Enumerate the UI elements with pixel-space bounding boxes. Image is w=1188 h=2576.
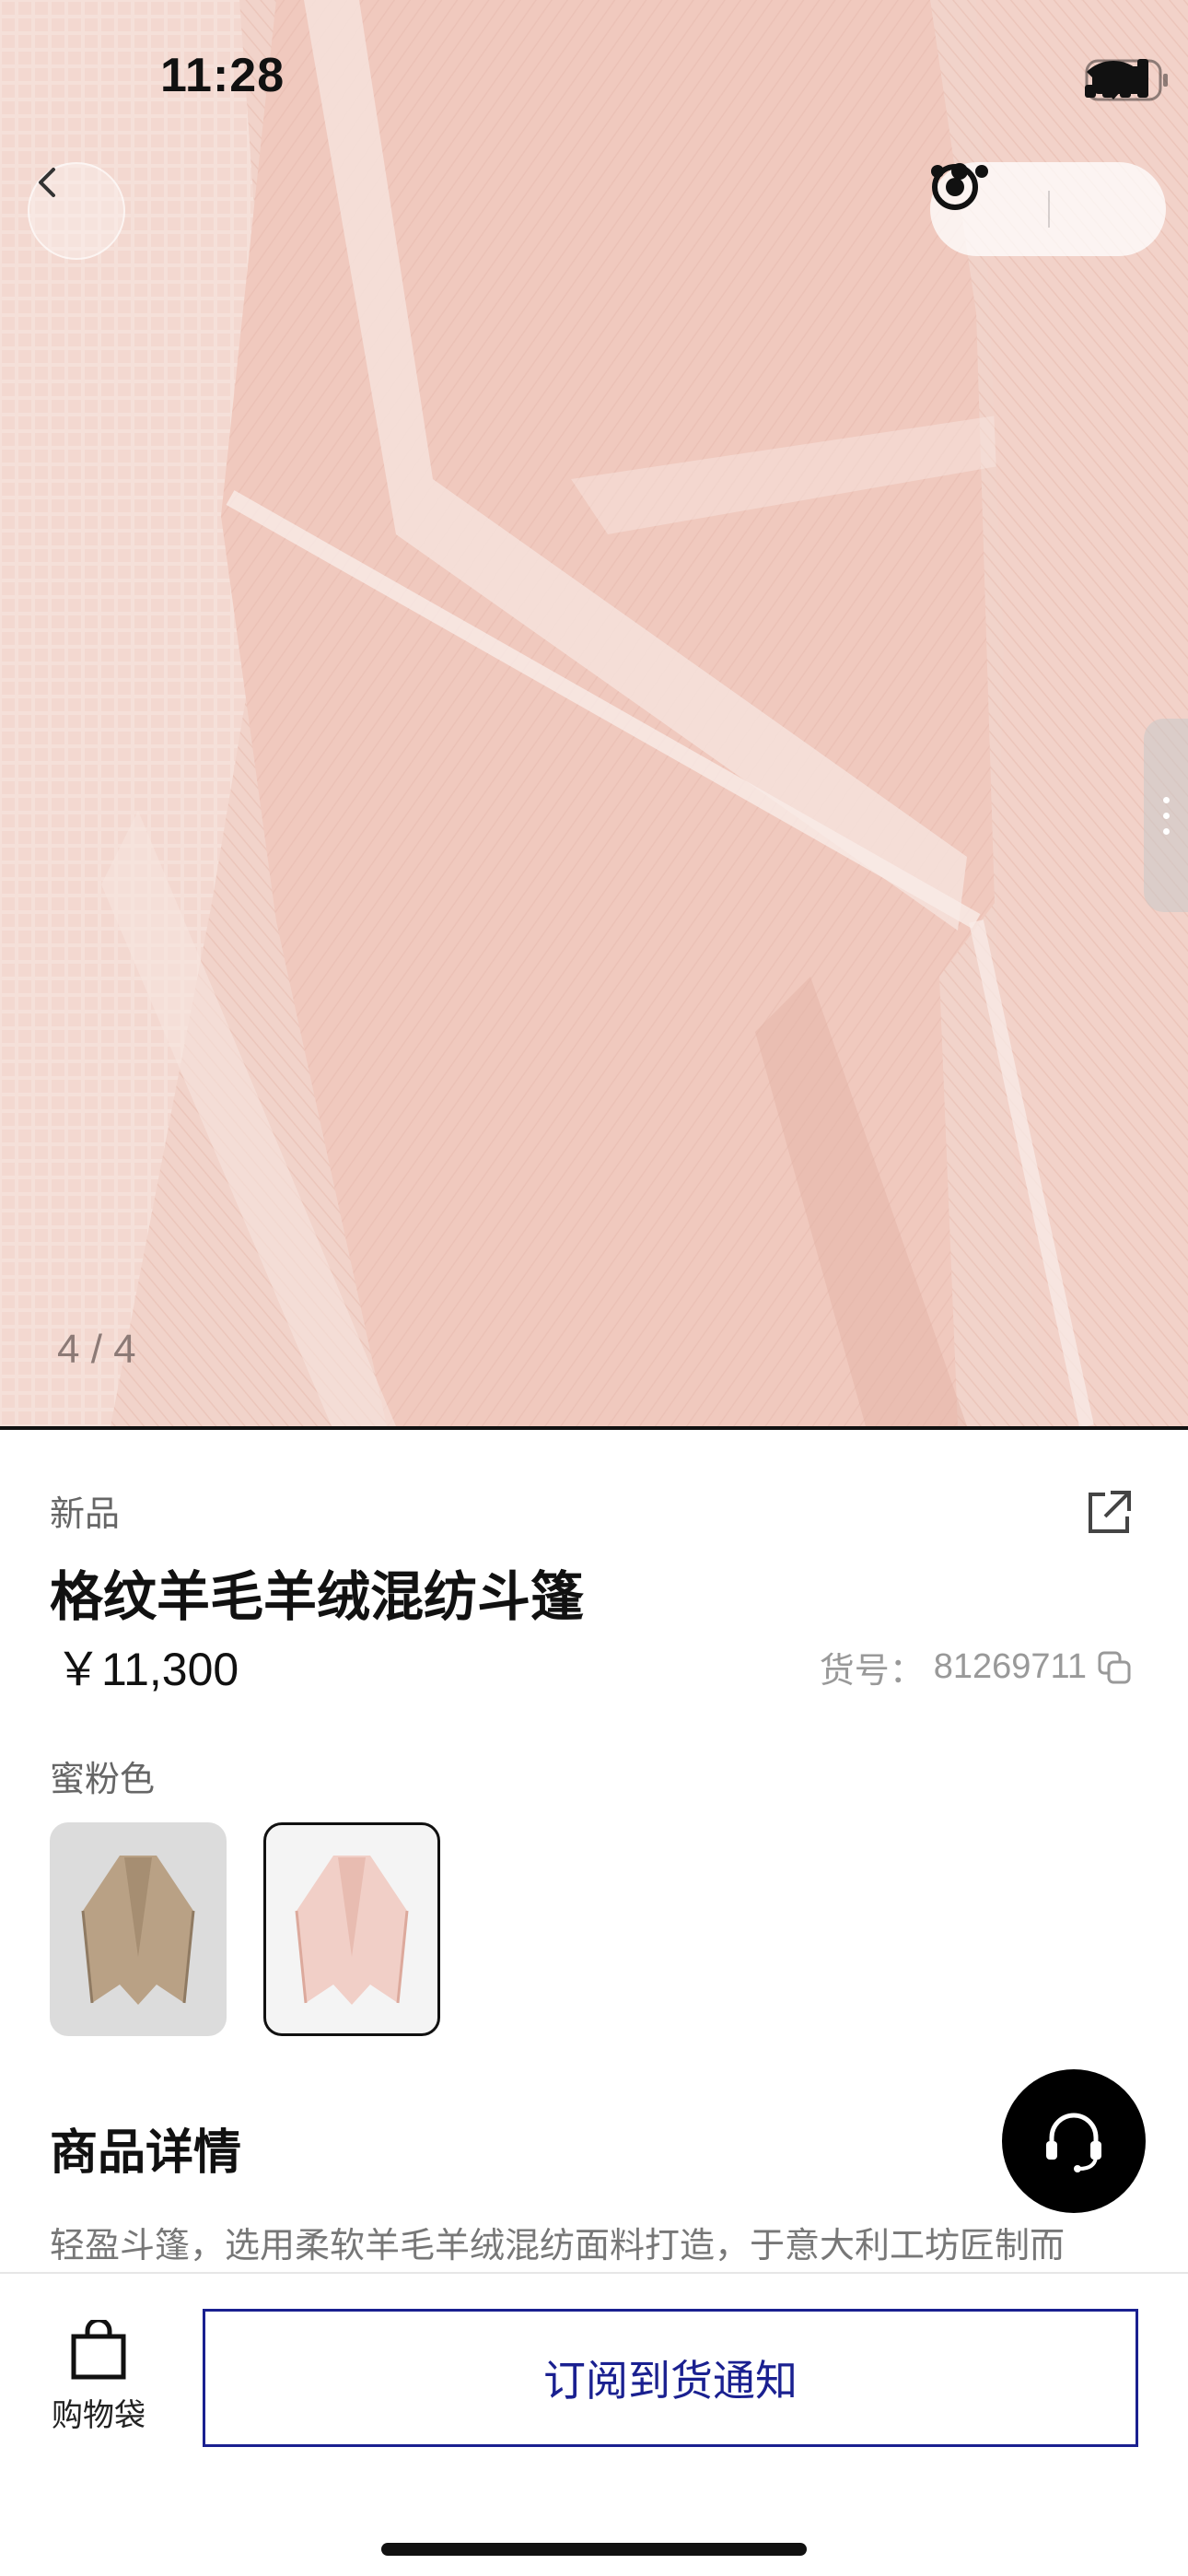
sku-info: 货号： 81269711 xyxy=(820,1642,1133,1692)
product-title: 格纹羊毛羊绒混纺斗篷 xyxy=(50,1565,585,1628)
target-icon xyxy=(932,164,978,210)
shopping-bag-button[interactable]: 购物袋 xyxy=(50,2320,147,2435)
headset-icon xyxy=(1046,2113,1101,2172)
product-price: ￥11,300 xyxy=(55,1644,239,1695)
share-button[interactable] xyxy=(1083,1487,1135,1539)
customer-service-button[interactable] xyxy=(1002,2069,1146,2213)
product-image[interactable]: 11:28 4 / 4 xyxy=(0,0,1188,1426)
shopping-bag-label: 购物袋 xyxy=(52,2397,146,2434)
home-indicator[interactable] xyxy=(381,2543,807,2556)
gallery-page-indicator: 4 / 4 xyxy=(57,1327,136,1372)
sku-value: 81269711 xyxy=(933,1647,1087,1686)
chevron-left-icon xyxy=(39,168,55,197)
shopping-bag-icon xyxy=(71,2320,126,2380)
new-badge: 新品 xyxy=(50,1493,121,1534)
hero-divider xyxy=(0,1426,1188,1430)
status-time: 11:28 xyxy=(160,49,285,102)
capsule-divider xyxy=(1048,191,1050,228)
side-drawer-handle[interactable] xyxy=(1144,719,1188,912)
swatch-beige[interactable] xyxy=(50,1822,227,2036)
beige-cape-thumbnail xyxy=(81,1856,195,2005)
pink-cape-thumbnail xyxy=(295,1856,409,2005)
details-text: 轻盈斗篷，选用柔软羊毛羊绒混纺面料打造，于意大利工坊匠制而 xyxy=(50,2225,1066,2266)
subscribe-restock-button[interactable]: 订阅到货通知 xyxy=(203,2309,1138,2447)
mini-program-capsule xyxy=(930,162,1166,256)
back-button[interactable] xyxy=(28,162,125,260)
sku-label: 货号： xyxy=(819,1650,925,1691)
swatch-pink[interactable] xyxy=(263,1822,440,2036)
battery-icon xyxy=(1085,59,1168,101)
details-heading: 商品详情 xyxy=(50,2125,242,2181)
color-name: 蜜粉色 xyxy=(50,1759,156,1799)
copy-icon[interactable] xyxy=(1096,1649,1133,1686)
share-icon xyxy=(1089,1491,1131,1533)
